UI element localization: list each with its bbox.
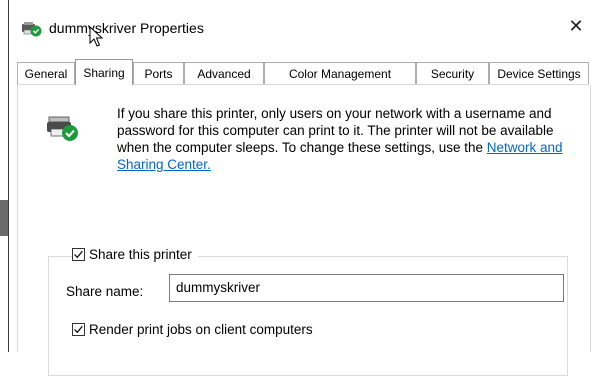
tab-color-management[interactable]: Color Management bbox=[264, 62, 416, 84]
tab-general[interactable]: General bbox=[17, 62, 75, 84]
window-title: dummyskriver Properties bbox=[49, 20, 204, 36]
tab-ports[interactable]: Ports bbox=[133, 62, 184, 84]
share-name-input[interactable]: dummyskriver bbox=[169, 274, 564, 302]
render-jobs-label: Render print jobs on client computers bbox=[89, 322, 313, 337]
checkmark-icon bbox=[74, 325, 83, 334]
tab-sharing[interactable]: Sharing bbox=[75, 59, 133, 85]
checkmark-icon bbox=[74, 250, 83, 259]
tab-advanced[interactable]: Advanced bbox=[184, 62, 264, 84]
render-jobs-row: Render print jobs on client computers bbox=[72, 322, 319, 337]
background-window-edge bbox=[0, 0, 9, 352]
render-jobs-checkbox[interactable] bbox=[72, 323, 85, 336]
tab-device-settings[interactable]: Device Settings bbox=[489, 62, 589, 84]
sharing-panel: If you share this printer, only users on… bbox=[17, 85, 591, 376]
mouse-cursor-icon bbox=[89, 26, 104, 47]
background-window-mark bbox=[0, 200, 8, 236]
share-printer-label: Share this printer bbox=[89, 247, 192, 262]
tab-strip: General Sharing Ports Advanced Color Man… bbox=[17, 59, 589, 85]
title-bar[interactable]: dummyskriver Properties ✕ bbox=[9, 0, 591, 56]
printer-icon bbox=[22, 22, 42, 37]
close-button[interactable]: ✕ bbox=[561, 10, 591, 42]
tab-security[interactable]: Security bbox=[416, 62, 489, 84]
share-name-label: Share name: bbox=[66, 284, 144, 299]
share-printer-row: Share this printer bbox=[72, 247, 198, 262]
printer-properties-dialog: dummyskriver Properties ✕ General Sharin… bbox=[9, 0, 591, 376]
share-printer-checkbox[interactable] bbox=[72, 248, 85, 261]
shared-printer-icon bbox=[47, 116, 78, 141]
sharing-info-text: If you share this printer, only users on… bbox=[117, 105, 577, 173]
